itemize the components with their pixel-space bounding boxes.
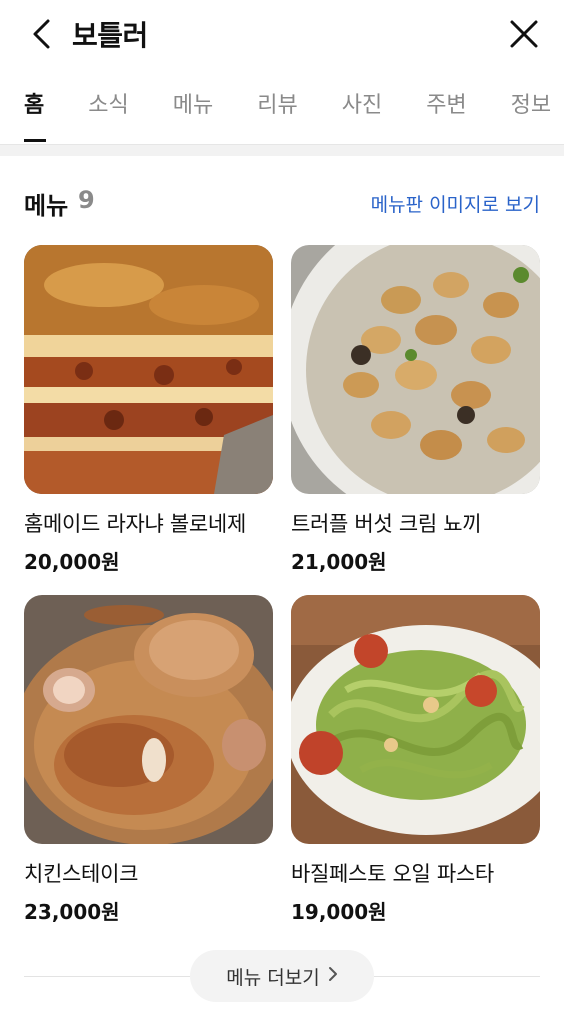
menu-item-name: 홈메이드 라자냐 볼로네제 (24, 512, 246, 536)
menu-count: 9 (78, 186, 95, 214)
tab-bar: 홈 소식 메뉴 리뷰 사진 주변 정보 (0, 70, 564, 144)
menu-photo-gnocchi (291, 245, 540, 494)
menu-card[interactable]: 바질페스토 오일 파스타 19,000원 (291, 595, 540, 925)
tab-reviews[interactable]: 리뷰 (235, 70, 319, 144)
menu-item-price: 20,000원 (24, 550, 120, 574)
close-icon (510, 20, 538, 48)
menu-card[interactable]: 트러플 버섯 크림 뇨끼 21,000원 (291, 245, 540, 575)
menu-item-price: 19,000원 (291, 900, 387, 924)
menu-photo-chicken-steak (24, 595, 273, 844)
section-divider (0, 144, 564, 156)
chevron-right-icon (328, 966, 338, 987)
top-bar: 보틀러 (0, 0, 564, 70)
menu-item-price: 21,000원 (291, 550, 387, 574)
menu-section-header: 메뉴 9 메뉴판 이미지로 보기 (24, 184, 540, 220)
menu-item-name: 바질페스토 오일 파스타 (291, 862, 494, 886)
tab-news[interactable]: 소식 (66, 70, 150, 144)
menu-item-name: 트러플 버섯 크림 뇨끼 (291, 512, 482, 536)
tab-nearby[interactable]: 주변 (404, 70, 488, 144)
menu-photo-pesto-pasta (291, 595, 540, 844)
tab-info[interactable]: 정보 (489, 70, 564, 144)
close-button[interactable] (506, 16, 542, 52)
tab-photos[interactable]: 사진 (320, 70, 404, 144)
page-title: 보틀러 (72, 19, 148, 52)
menu-card[interactable]: 홈메이드 라자냐 볼로네제 20,000원 (24, 245, 273, 575)
tab-home[interactable]: 홈 (0, 70, 66, 144)
back-button[interactable] (24, 16, 60, 52)
section-title: 메뉴 (24, 192, 69, 220)
more-menu-label: 메뉴 더보기 (226, 966, 320, 989)
menu-photo-lasagna (24, 245, 273, 494)
menu-item-name: 치킨스테이크 (24, 862, 139, 886)
menu-card[interactable]: 치킨스테이크 23,000원 (24, 595, 273, 925)
chevron-left-icon (33, 19, 50, 49)
tab-menu[interactable]: 메뉴 (151, 70, 235, 144)
menu-item-price: 23,000원 (24, 900, 120, 924)
more-menu-button[interactable]: 메뉴 더보기 (190, 950, 374, 1002)
menu-image-link[interactable]: 메뉴판 이미지로 보기 (371, 190, 540, 217)
